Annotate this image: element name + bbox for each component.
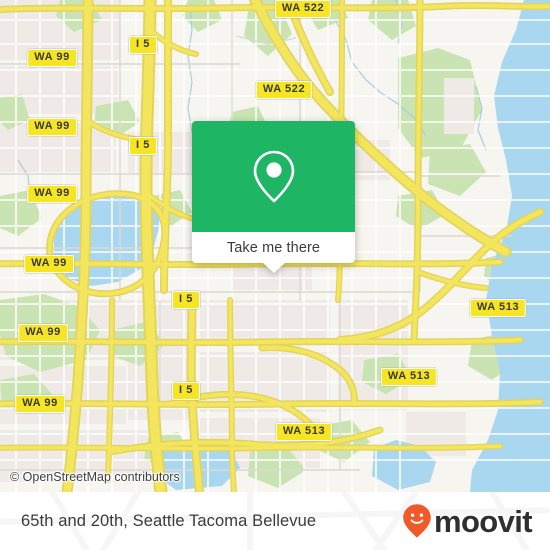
moovit-map-screenshot: WA 522 WA 522 I 5 I 5 WA 99 WA 99 WA 99 WA 99 WA… (0, 0, 550, 550)
highway-shield: WA 513 (275, 423, 333, 441)
footer-bar: 65th and 20th, Seattle Tacoma Bellevue m… (0, 492, 550, 550)
highway-shield: WA 513 (469, 299, 527, 317)
popup-header (192, 121, 355, 232)
take-me-there-button[interactable]: Take me there (227, 240, 320, 256)
highway-shield: WA 99 (15, 395, 65, 413)
place-title: 65th and 20th, Seattle Tacoma Bellevue (21, 511, 317, 530)
moovit-wordmark: moovit (433, 503, 533, 539)
highway-shield: WA 513 (380, 368, 438, 386)
highway-shield: WA 99 (27, 118, 77, 136)
map-canvas[interactable]: WA 522 WA 522 I 5 I 5 WA 99 WA 99 WA 99 WA 99 WA… (0, 0, 550, 492)
highway-shield: I 5 (171, 291, 201, 309)
popup-pointer-tail (262, 263, 285, 273)
highway-shield: WA 522 (255, 81, 313, 99)
highway-shield: WA 99 (27, 185, 77, 203)
highway-shield: WA 99 (18, 324, 68, 342)
highway-shield: WA 522 (274, 0, 332, 18)
highway-shield: I 5 (128, 36, 158, 54)
orange-smiley-map-pin-icon (403, 504, 431, 538)
white-map-pin-icon (253, 150, 294, 203)
moovit-logo[interactable]: moovit (402, 492, 533, 550)
popup-footer: Take me there (192, 232, 355, 273)
highway-shield: WA 99 (27, 49, 77, 67)
highway-shield: I 5 (171, 382, 201, 400)
map-attribution[interactable]: © OpenStreetMap contributors (10, 470, 180, 484)
highway-shield: I 5 (128, 137, 158, 155)
location-popup-card[interactable]: Take me there (192, 121, 355, 273)
highway-shield: WA 99 (24, 255, 74, 273)
